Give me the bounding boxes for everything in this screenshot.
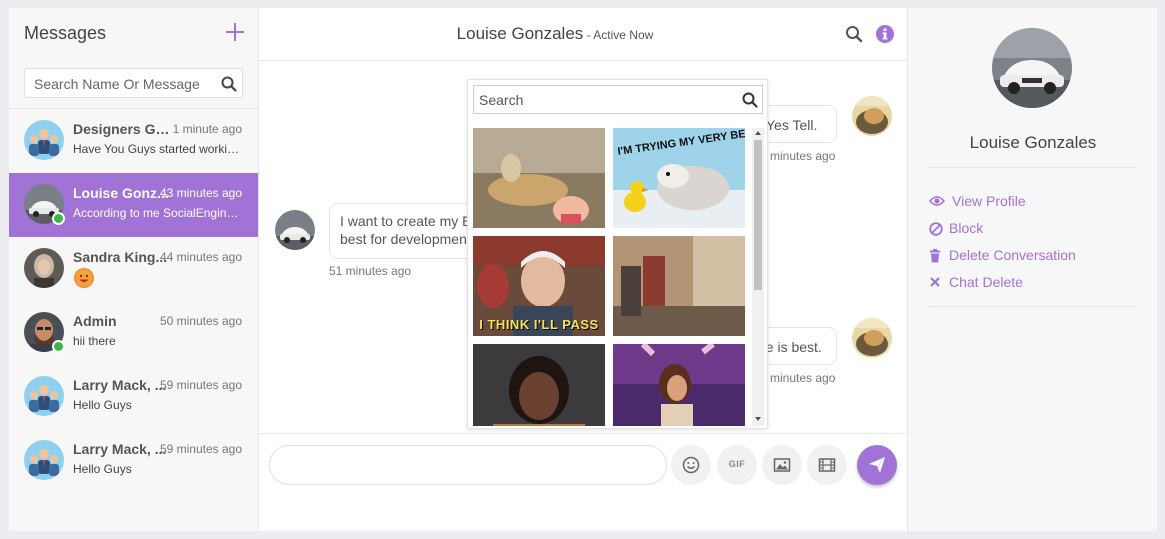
conversation-name: Larry Mack, ... — [73, 441, 167, 457]
scrollbar-thumb[interactable] — [754, 140, 762, 290]
conversation-item-larry-mack-2[interactable]: Larry Mack, ... 59 minutes ago Hello Guy… — [9, 429, 258, 493]
conversation-time: 50 minutes ago — [159, 314, 242, 328]
profile-divider — [929, 167, 1137, 168]
conversation-name: Larry Mack, ... — [73, 377, 167, 393]
group-avatar — [24, 376, 64, 416]
eye-icon — [929, 196, 945, 206]
gif-item[interactable] — [613, 344, 745, 426]
conversation-search-input[interactable] — [34, 74, 214, 94]
close-icon — [930, 277, 940, 287]
conversation-name: Designers Gro... — [73, 121, 173, 137]
message-time: minutes ago — [770, 149, 836, 163]
message-composer: GIF — [259, 433, 907, 531]
message-input[interactable] — [269, 445, 667, 485]
send-button[interactable] — [857, 445, 897, 485]
search-icon[interactable] — [221, 76, 237, 92]
conversation-item-sandra-king[interactable]: Sandra King... 44 minutes ago — [9, 237, 258, 301]
message-time: minutes ago — [770, 371, 836, 385]
conversation-item-larry-mack-1[interactable]: Larry Mack, ... 59 minutes ago Hello Guy… — [9, 365, 258, 429]
sender-avatar — [275, 210, 315, 250]
message-bubble-incoming: I want to create my E best for developme… — [329, 203, 489, 259]
profile-panel: Louise Gonzales View Profile Block Delet… — [907, 8, 1157, 531]
group-avatar — [24, 120, 64, 160]
user-avatar — [24, 248, 64, 288]
view-profile-label: View Profile — [952, 193, 1026, 209]
conversation-search-box[interactable] — [24, 68, 243, 98]
gif-picker-popover: I'M TRYING MY VERY BEST I THINK I'LL PAS… — [467, 79, 768, 429]
gif-caption: I THINK I'LL PASS — [479, 317, 599, 332]
trash-icon — [930, 249, 940, 263]
conversation-sidebar: Messages Designers Gro... — [9, 8, 259, 531]
online-status-dot — [52, 212, 65, 225]
gif-icon: GIF — [728, 459, 746, 469]
sender-avatar — [852, 318, 892, 358]
info-icon[interactable] — [876, 25, 894, 43]
conversation-item-louise-gonzales[interactable]: Louise Gonz... 43 minutes ago According … — [9, 173, 258, 237]
messenger-app: Messages Designers Gro... — [9, 8, 1157, 531]
chat-delete-label: Chat Delete — [949, 274, 1023, 290]
chat-header: Louise Gonzales - Active Now — [259, 8, 907, 61]
image-icon — [773, 458, 791, 472]
conversation-time: 43 minutes ago — [159, 186, 242, 200]
conversation-preview: Hello Guys — [73, 398, 132, 412]
conversation-name: Louise Gonz... — [73, 185, 169, 201]
conversation-time: 44 minutes ago — [159, 250, 242, 264]
block-label: Block — [949, 220, 984, 236]
message-text: Yes Tell. — [766, 117, 818, 133]
search-icon[interactable] — [742, 92, 758, 108]
video-upload-button[interactable] — [807, 445, 847, 485]
search-icon[interactable] — [845, 25, 863, 43]
emoji-button[interactable] — [671, 445, 711, 485]
sidebar-header: Messages — [9, 8, 258, 58]
gif-item[interactable] — [613, 236, 745, 336]
conversation-item-designers-group[interactable]: Designers Gro... 1 minute ago Have You G… — [9, 109, 258, 173]
delete-conversation-label: Delete Conversation — [949, 247, 1076, 263]
chat-contact-name: Louise Gonzales — [456, 24, 584, 43]
image-upload-button[interactable] — [762, 445, 802, 485]
smiley-emoji-icon — [74, 268, 94, 288]
conversation-time: 59 minutes ago — [159, 378, 242, 392]
conversation-preview: Have You Guys started workin... — [73, 142, 243, 156]
message-text-line: I want to create my E — [340, 213, 472, 229]
profile-name: Louise Gonzales — [969, 133, 1097, 152]
online-status-dot — [52, 340, 65, 353]
conversation-preview: Hello Guys — [73, 462, 132, 476]
conversation-preview: hii there — [73, 334, 116, 348]
message-time: 51 minutes ago — [329, 264, 412, 278]
group-avatar — [24, 440, 64, 480]
conversation-time: 1 minute ago — [172, 122, 242, 136]
film-icon — [818, 458, 836, 472]
gif-scrollbar[interactable] — [752, 128, 764, 426]
gif-search-input[interactable] — [479, 91, 729, 109]
gif-item[interactable] — [473, 128, 605, 228]
message-text-line: best for developmen — [340, 231, 467, 247]
conversation-time: 59 minutes ago — [159, 442, 242, 456]
scroll-up-arrow-icon[interactable] — [755, 131, 761, 135]
new-message-plus-icon[interactable] — [223, 20, 247, 44]
block-icon — [929, 222, 943, 236]
gif-item[interactable] — [473, 344, 605, 426]
gif-button[interactable]: GIF — [717, 445, 757, 485]
sender-avatar — [852, 96, 892, 136]
profile-avatar — [992, 28, 1072, 108]
conversation-preview: According to me SocialEngine... — [73, 206, 243, 220]
scroll-down-arrow-icon[interactable] — [755, 417, 761, 421]
chat-title: Louise Gonzales - Active Now — [259, 24, 851, 44]
conversation-name: Admin — [73, 313, 117, 329]
chat-contact-status: - Active Now — [583, 28, 654, 42]
conversation-item-admin[interactable]: Admin 50 minutes ago hii there — [9, 301, 258, 365]
gif-grid: I'M TRYING MY VERY BEST I THINK I'LL PAS… — [473, 128, 753, 426]
conversation-name: Sandra King... — [73, 249, 168, 265]
paper-plane-icon — [869, 457, 885, 473]
profile-divider — [929, 306, 1137, 307]
gif-item[interactable]: I'M TRYING MY VERY BEST — [613, 128, 745, 228]
sidebar-title: Messages — [24, 23, 107, 43]
smiley-icon — [682, 456, 700, 474]
gif-search-box[interactable] — [473, 85, 763, 114]
gif-item[interactable]: I THINK I'LL PASS — [473, 236, 605, 336]
